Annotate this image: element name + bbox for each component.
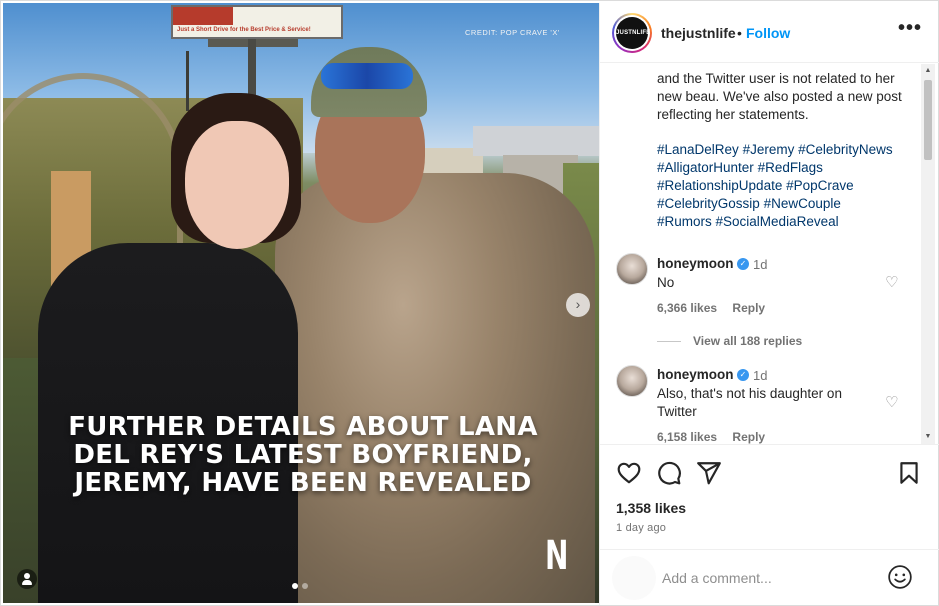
comment-likes[interactable]: 6,158 likes <box>657 430 717 444</box>
woman-face <box>185 121 289 249</box>
billboard: Just a Short Drive for the Best Price & … <box>171 5 343 39</box>
commenter-avatar[interactable] <box>616 253 648 285</box>
comment-meta: 6,366 likes Reply <box>657 301 765 315</box>
bookmark-icon[interactable] <box>896 460 922 486</box>
hashtag[interactable]: #Rumors <box>657 214 712 229</box>
scrollbar-thumb[interactable] <box>924 80 932 160</box>
brand-logo: N <box>545 533 569 579</box>
billboard-logo <box>173 7 233 25</box>
avatar-logo: JUSTNLIFE <box>616 17 650 49</box>
hashtag[interactable]: #CelebrityNews <box>798 142 893 157</box>
post-sidebar: JUSTNLIFE thejustnlife • Follow ••• and … <box>599 3 939 605</box>
hashtag-list: #LanaDelRey #Jeremy #CelebrityNews #Alli… <box>657 141 912 231</box>
scroll-down-arrow-icon[interactable]: ▼ <box>921 432 935 442</box>
hashtag[interactable]: #PopCrave <box>786 178 854 193</box>
commenter-avatar[interactable] <box>616 365 648 397</box>
utility-pole <box>186 51 189 111</box>
reply-button[interactable]: Reply <box>732 430 765 444</box>
separator-dot: • <box>737 25 742 41</box>
comment-meta: 6,158 likes Reply <box>657 430 765 444</box>
hashtag[interactable]: #Jeremy <box>743 142 795 157</box>
carousel-dot-active <box>292 583 298 589</box>
comment-text: Also, that's not his daughter on Twitter <box>657 386 842 419</box>
scrollbar[interactable]: ▲ ▼ <box>921 64 935 444</box>
billboard-pole <box>248 39 256 99</box>
post-image[interactable]: Just a Short Drive for the Best Price & … <box>3 3 599 603</box>
follow-button[interactable]: Follow <box>746 25 790 41</box>
comment-time[interactable]: 1d <box>753 257 767 272</box>
hashtag[interactable]: #SocialMediaReveal <box>716 214 839 229</box>
hashtag[interactable]: #CelebrityGossip <box>657 196 760 211</box>
comment-input[interactable]: Add a comment... <box>662 570 772 586</box>
comment-like-heart-icon[interactable]: ♡ <box>885 273 898 291</box>
author-avatar[interactable]: JUSTNLIFE <box>612 13 652 53</box>
carousel-dot <box>302 583 308 589</box>
replies-divider <box>657 341 681 343</box>
hashtag[interactable]: #LanaDelRey <box>657 142 739 157</box>
reply-button[interactable]: Reply <box>732 301 765 315</box>
verified-badge-icon: ✓ <box>737 369 749 381</box>
hashtag[interactable]: #AlligatorHunter <box>657 160 754 175</box>
post-actions: 1,358 likes 1 day ago <box>600 444 939 549</box>
post-dialog: Just a Short Drive for the Best Price & … <box>0 0 939 606</box>
carousel-indicator <box>292 583 308 589</box>
scroll-up-arrow-icon[interactable]: ▲ <box>921 66 935 76</box>
hashtag[interactable]: #RelationshipUpdate <box>657 178 782 193</box>
headline-line: JEREMY, HAVE BEEN REVEALED <box>74 468 532 498</box>
comment-like-heart-icon[interactable]: ♡ <box>885 393 898 411</box>
photo-credit: CREDIT: POP CRAVE 'X' <box>465 28 560 37</box>
commenter-username[interactable]: honeymoon <box>657 256 734 271</box>
post-header: JUSTNLIFE thejustnlife • Follow ••• <box>600 3 939 63</box>
comment-text: No <box>657 275 675 290</box>
post-timestamp[interactable]: 1 day ago <box>616 522 666 534</box>
emoji-icon[interactable] <box>887 564 913 590</box>
likes-count[interactable]: 1,358 likes <box>616 500 686 516</box>
more-options-icon[interactable]: ••• <box>898 17 922 40</box>
sunglasses <box>321 63 413 89</box>
tagged-users-icon[interactable] <box>17 569 37 589</box>
comments-scroll-area[interactable]: and the Twitter user is not related to h… <box>600 64 939 444</box>
post-caption: and the Twitter user is not related to h… <box>657 71 902 122</box>
billboard-text: Just a Short Drive for the Best Price & … <box>177 27 311 33</box>
add-comment-bar: Add a comment... <box>600 549 939 605</box>
heart-icon[interactable] <box>616 460 642 486</box>
hashtag[interactable]: #NewCouple <box>764 196 841 211</box>
comment-likes[interactable]: 6,366 likes <box>657 301 717 315</box>
author-username[interactable]: thejustnlife <box>661 25 736 41</box>
verified-badge-icon: ✓ <box>737 258 749 270</box>
next-slide-button[interactable]: › <box>566 293 590 317</box>
comment-icon[interactable] <box>656 460 682 486</box>
comment-time[interactable]: 1d <box>753 368 767 383</box>
headline-line: FURTHER DETAILS ABOUT LANA <box>68 412 538 442</box>
share-icon[interactable] <box>696 460 722 486</box>
comment-avatar-placeholder <box>612 556 656 600</box>
building <box>473 126 599 156</box>
commenter-username[interactable]: honeymoon <box>657 367 734 382</box>
headline: FURTHER DETAILS ABOUT LANA DEL REY'S LAT… <box>43 413 563 497</box>
hashtag[interactable]: #RedFlags <box>758 160 823 175</box>
view-replies-label: View all 188 replies <box>693 334 803 348</box>
view-replies-button[interactable]: View all 188 replies <box>657 334 802 348</box>
headline-line: DEL REY'S LATEST BOYFRIEND, <box>73 440 533 470</box>
